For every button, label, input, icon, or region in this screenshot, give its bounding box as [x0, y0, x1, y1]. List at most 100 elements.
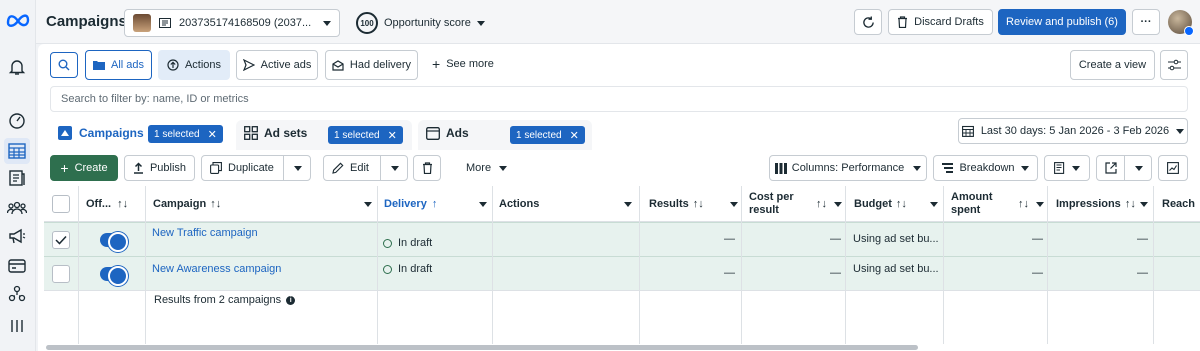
- breakdown-label: Breakdown: [959, 162, 1015, 174]
- row-checkbox[interactable]: [52, 265, 70, 283]
- refresh-button[interactable]: [854, 9, 882, 35]
- tab-ad-sets-content: Ad sets: [244, 126, 307, 140]
- discard-drafts-button[interactable]: Discard Drafts: [888, 9, 993, 35]
- create-button[interactable]: + Create: [50, 155, 118, 181]
- close-icon[interactable]: ✕: [388, 129, 397, 142]
- edit-button[interactable]: Edit: [323, 155, 408, 181]
- ad-sets-selected-label: 1 selected: [334, 129, 380, 141]
- publish-button[interactable]: Publish: [124, 155, 195, 181]
- account-avatar: [133, 14, 151, 32]
- column-header-budget[interactable]: Budget ↑↓: [854, 186, 907, 222]
- columns-button[interactable]: Columns: Performance: [769, 155, 927, 181]
- review-publish-button[interactable]: Review and publish (6): [998, 9, 1126, 35]
- results-summary: Results from 2 campaigns i: [154, 294, 296, 306]
- campaign-toggle[interactable]: [100, 266, 128, 286]
- breakdown-button[interactable]: Breakdown: [933, 155, 1038, 181]
- date-range-picker[interactable]: Last 30 days: 5 Jan 2026 - 3 Feb 2026: [958, 118, 1188, 144]
- chevron-down-icon[interactable]: [364, 202, 372, 207]
- column-header-cost-per-result[interactable]: Cost per result: [749, 186, 794, 222]
- account-selector[interactable]: 203735174168509 (2037...: [124, 9, 340, 37]
- chevron-down-icon[interactable]: [730, 202, 738, 207]
- table-row[interactable]: New Awareness campaign In draft — — Usin…: [44, 256, 1200, 290]
- campaign-name-link[interactable]: New Traffic campaign: [152, 216, 258, 250]
- column-header-delivery[interactable]: Delivery ↑: [384, 186, 437, 222]
- campaign-toggle[interactable]: [100, 232, 128, 252]
- column-header-amount-spent[interactable]: Amount spent: [951, 186, 993, 222]
- actions-button[interactable]: Actions: [158, 50, 230, 80]
- close-icon[interactable]: ✕: [208, 128, 217, 141]
- column-header-results[interactable]: Results ↑↓: [649, 186, 704, 222]
- notifications-icon[interactable]: [6, 56, 28, 78]
- sort-icon[interactable]: ↑↓: [117, 198, 128, 210]
- sort-up-icon[interactable]: ↑: [432, 198, 438, 210]
- column-header-actions[interactable]: Actions: [499, 186, 539, 222]
- create-view-button[interactable]: Create a view: [1070, 50, 1155, 80]
- pages-icon[interactable]: [6, 167, 28, 189]
- sort-icon[interactable]: ↑↓: [1125, 198, 1136, 210]
- reports-button[interactable]: [1044, 155, 1090, 181]
- ad-sets-selected-pill[interactable]: 1 selected ✕: [328, 126, 403, 144]
- charts-button[interactable]: [1158, 155, 1188, 181]
- chevron-down-icon: [1072, 165, 1080, 171]
- more-options-button[interactable]: ···: [1132, 9, 1160, 35]
- sort-icon[interactable]: ↑↓: [693, 198, 704, 210]
- chevron-down-icon[interactable]: [834, 202, 842, 207]
- filter-settings-button[interactable]: [1160, 50, 1188, 80]
- ads-selected-pill[interactable]: 1 selected ✕: [510, 126, 585, 144]
- delivery-status-label: In draft: [398, 237, 433, 249]
- profile-avatar[interactable]: [1168, 10, 1194, 36]
- export-divider: [1124, 156, 1125, 180]
- campaign-name-link[interactable]: New Awareness campaign: [152, 252, 281, 286]
- info-icon[interactable]: i: [286, 295, 296, 305]
- chevron-down-icon[interactable]: [930, 202, 938, 207]
- see-more-button[interactable]: + See more: [432, 57, 494, 71]
- dashboard-icon[interactable]: [6, 110, 28, 132]
- column-header-impressions[interactable]: Impressions ↑↓: [1056, 186, 1136, 222]
- all-ads-button[interactable]: All ads: [85, 50, 152, 80]
- folder-icon: [92, 61, 105, 70]
- envelope-icon: [332, 59, 344, 71]
- close-icon[interactable]: ✕: [570, 129, 579, 142]
- campaign-icon[interactable]: [6, 225, 28, 247]
- meta-logo-icon[interactable]: [6, 12, 30, 28]
- amount-spent-value: —: [1032, 233, 1043, 245]
- refresh-icon: [862, 15, 874, 28]
- duplicate-button[interactable]: Duplicate: [201, 155, 311, 181]
- search-button[interactable]: [50, 52, 78, 78]
- delete-button[interactable]: [413, 155, 441, 181]
- more-button[interactable]: More: [466, 162, 508, 174]
- chevron-down-icon[interactable]: [1135, 165, 1143, 171]
- campaign-table: Off... ↑↓ Campaign ↑↓ Delivery ↑ Actions…: [44, 186, 1200, 346]
- had-delivery-button[interactable]: Had delivery: [325, 50, 418, 80]
- campaigns-selected-pill[interactable]: 1 selected ✕: [148, 125, 223, 143]
- ads-manager-icon[interactable]: [4, 138, 30, 164]
- horizontal-scrollbar[interactable]: [46, 345, 918, 350]
- select-all-checkbox[interactable]: [52, 195, 70, 213]
- business-assets-icon[interactable]: [6, 283, 28, 305]
- cost-header-line2: result: [749, 204, 779, 216]
- sort-icon[interactable]: ↑↓: [816, 198, 827, 210]
- menu-icon[interactable]: [6, 315, 28, 337]
- chevron-down-icon[interactable]: [479, 202, 487, 207]
- sort-icon[interactable]: ↑↓: [210, 198, 221, 210]
- table-row[interactable]: New Traffic campaign In draft — — Using …: [44, 222, 1200, 256]
- sort-icon[interactable]: ↑↓: [896, 198, 907, 210]
- chevron-down-icon[interactable]: [1036, 202, 1044, 207]
- tab-ads-content: Ads: [426, 126, 469, 140]
- chevron-down-icon[interactable]: [1140, 202, 1148, 207]
- billing-icon[interactable]: [6, 255, 28, 277]
- audiences-icon[interactable]: [6, 197, 28, 219]
- chevron-down-icon[interactable]: [624, 202, 632, 207]
- budget-value: Using ad set bu...: [853, 233, 939, 245]
- filter-search-input[interactable]: Search to filter by: name, ID or metrics: [50, 86, 1188, 112]
- active-ads-button[interactable]: Active ads: [236, 50, 318, 80]
- sort-icon[interactable]: ↑↓: [1018, 198, 1029, 210]
- column-header-reach[interactable]: Reach: [1162, 186, 1195, 222]
- column-header-off[interactable]: Off... ↑↓: [86, 186, 128, 222]
- campaign-header-label: Campaign: [153, 198, 207, 210]
- row-checkbox-checked[interactable]: [52, 231, 70, 249]
- chevron-down-icon[interactable]: [391, 165, 399, 171]
- cost-value: —: [830, 233, 841, 245]
- opportunity-score[interactable]: 100 Opportunity score: [356, 12, 485, 34]
- chevron-down-icon[interactable]: [294, 165, 302, 171]
